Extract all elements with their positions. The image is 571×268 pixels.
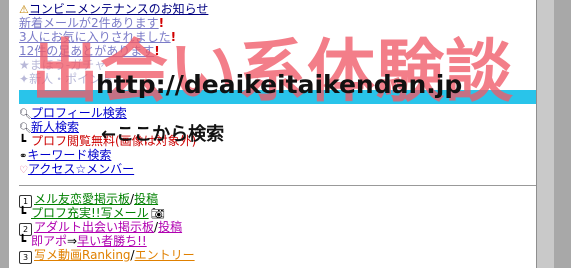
board-1-post-link[interactable]: 投稿 [134,192,158,206]
board-1-link[interactable]: メル友恋愛掲示板 [34,192,130,206]
scrollbar[interactable] [536,0,554,268]
branch-icon: ┗ [19,206,27,220]
new-search-link[interactable]: 新人検索 [31,120,79,134]
entry-link[interactable]: エントリー [135,248,195,262]
board-2-sub-row[interactable]: ┗ 即アポ⇒早い者勝ち!! [19,234,147,248]
ranking-link[interactable]: 写メ動画Ranking [34,248,131,262]
branch-icon: ┗ [19,134,27,148]
warning-icon: ⚠ [19,3,29,16]
branch-icon: ┗ [19,234,27,248]
maintenance-row[interactable]: ⚠コンビニメンテナンスのお知らせ [19,2,208,17]
divider [19,185,537,186]
camera-icon: 📷︎ [150,207,165,220]
board-2-sub-prefix: 即アポ [31,234,68,248]
access-members-row[interactable]: ♡アクセス☆メンバー [19,162,134,178]
access-members-link[interactable]: アクセス☆メンバー [28,162,134,176]
search-annotation: ←ここから検索 [101,124,225,145]
page-panel: ⚠コンビニメンテナンスのお知らせ 新着メールが2件あります! 3人にお気に入りさ… [9,0,554,268]
keyword-search-link[interactable]: キーワード検索 [27,148,111,162]
arrow-icon: ⇒ [67,234,78,248]
number-3-icon: 3 [19,251,32,264]
board-2-sub-link[interactable]: 早い者勝ち!! [77,234,147,248]
new-mail-link[interactable]: 新着メールが2件あります [19,16,159,30]
board-1-sub-row[interactable]: ┗ プロフ充実!!写メール 📷︎ [19,206,165,221]
board-2-post-link[interactable]: 投稿 [158,220,182,234]
star-icon: ★ [19,58,30,72]
board-2-link[interactable]: アダルト出会い掲示板 [34,220,154,234]
board-3-row[interactable]: 3 写メ動画Ranking/エントリー [19,248,195,264]
new-mail-row[interactable]: 新着メールが2件あります! [19,16,164,30]
sparkle-icon: ✦ [19,72,30,86]
watermark-url: http://deaikeitaikendan.jp [96,70,463,99]
maintenance-link[interactable]: コンビニメンテナンスのお知らせ [29,2,209,16]
heart-icon: ♡ [19,165,28,176]
exclamation-icon: ! [158,16,165,30]
board-1-sub-link[interactable]: プロフ充実!!写メール [31,206,149,220]
